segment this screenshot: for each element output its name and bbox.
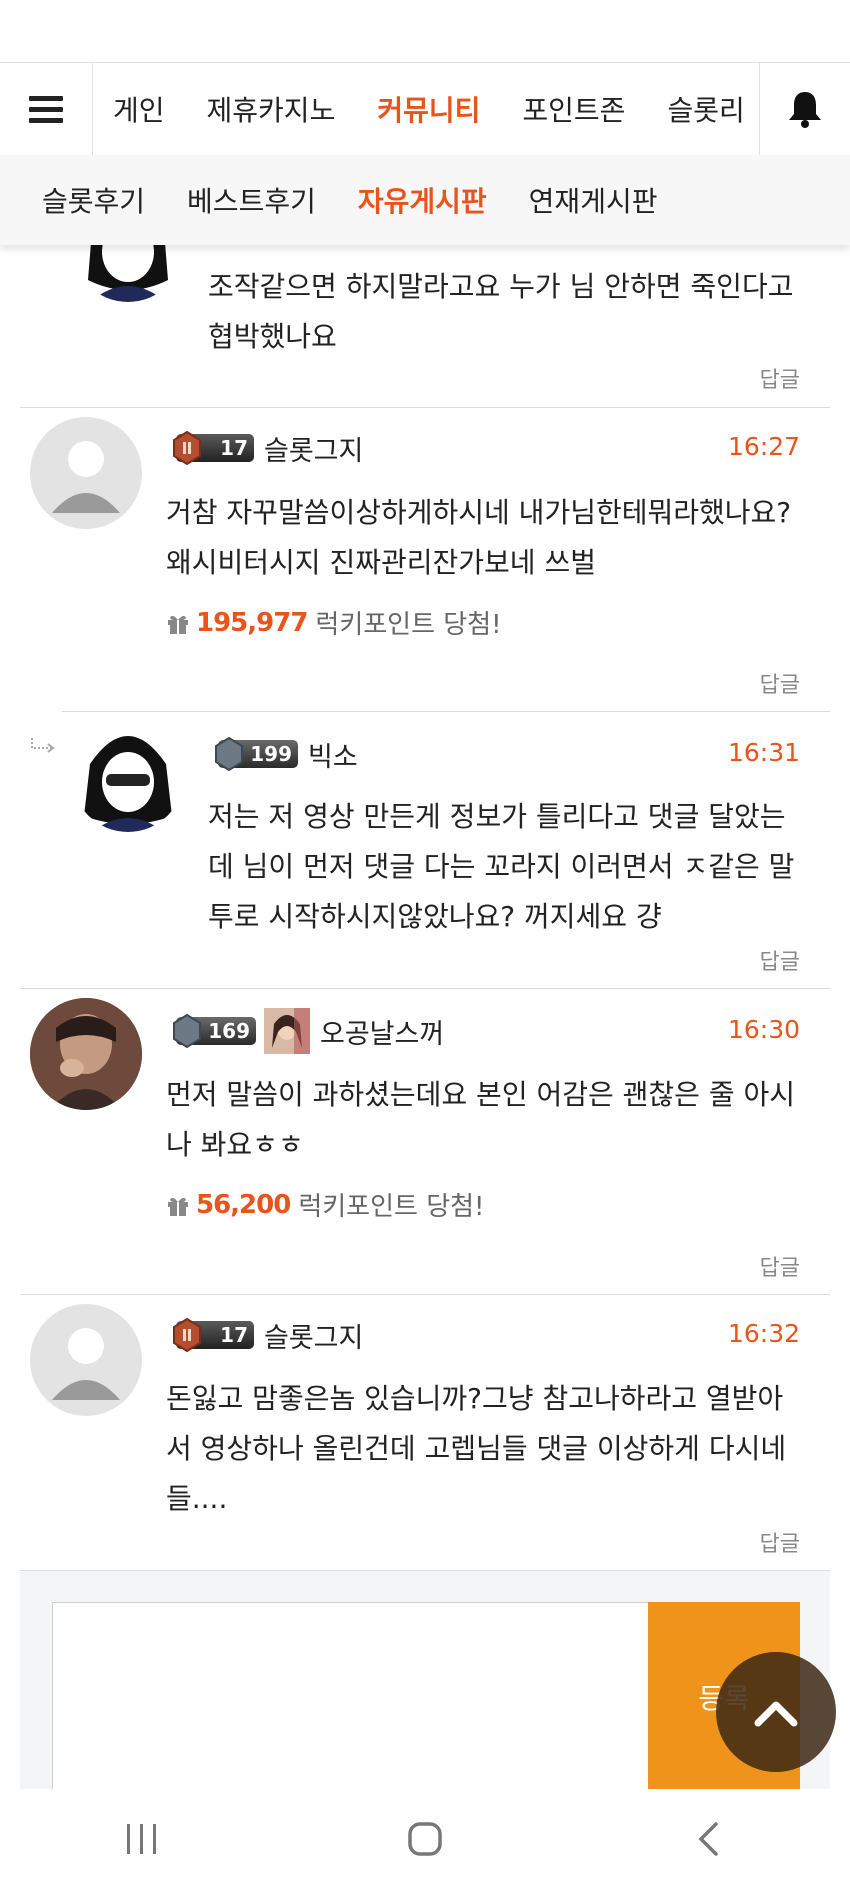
lucky-point: 195,977 럭키포인트 당첨! (166, 604, 502, 641)
nav-item-point-zone[interactable]: 포인트존 (522, 89, 625, 129)
level-number: 199 (250, 742, 292, 766)
recent-apps-icon (126, 1824, 156, 1854)
tab-series-board[interactable]: 연재게시판 (529, 180, 658, 220)
menu-button[interactable] (0, 63, 93, 155)
avatar (30, 998, 142, 1110)
comment-text: 조작같으면 하지말라고요 누가 님 안하면 죽인다고 협박했나요 (208, 270, 794, 353)
nav-items: 게인 제휴카지노 커뮤니티 포인트존 슬롯리 (93, 63, 759, 155)
reply-button[interactable]: 답글 (760, 1526, 800, 1558)
level-gem-icon (173, 1014, 201, 1048)
scroll-top-button[interactable] (716, 1652, 836, 1772)
recent-apps-button[interactable] (82, 1809, 202, 1869)
nickname[interactable]: 빅소 (308, 735, 358, 774)
menu-icon (29, 95, 63, 101)
top-nav: 게인 제휴카지노 커뮤니티 포인트존 슬롯리 (0, 62, 850, 156)
divider (20, 1294, 830, 1295)
comment-text: 먼저 말씀이 과하셨는데요 본인 어감은 괜찮은 줄 아시나 봐요ㅎㅎ (166, 1078, 796, 1161)
gift-icon (168, 1197, 188, 1216)
notification-button[interactable] (759, 63, 850, 155)
comment-text: 저는 저 영상 만든게 정보가 틀리다고 댓글 달았는데 님이 먼저 댓글 다는… (208, 800, 795, 933)
level-number: 169 (208, 1019, 250, 1043)
comment-time: 16:32 (727, 1319, 800, 1348)
home-icon (408, 1822, 442, 1856)
point-label: 럭키포인트 당첨! (315, 610, 502, 640)
tab-slot-review[interactable]: 슬롯후기 (42, 180, 145, 220)
reply-button[interactable]: 답글 (760, 944, 800, 976)
divider (20, 1570, 830, 1571)
chevron-up-icon (754, 1701, 798, 1727)
divider (62, 711, 830, 712)
avatar (30, 1304, 142, 1416)
profile-thumbnail (264, 1008, 310, 1054)
back-button[interactable] (648, 1809, 768, 1869)
bell-icon (789, 92, 821, 128)
nickname[interactable]: 슬롯그지 (264, 429, 363, 468)
comment-text: 돈잃고 맘좋은놈 있습니까?그냥 참고나하라고 열받아서 영상하나 올린건데 고… (166, 1382, 787, 1515)
reply-button[interactable]: 답글 (760, 1250, 800, 1282)
level-badge: 199 (215, 737, 298, 771)
point-label: 럭키포인트 당첨! (298, 1192, 485, 1222)
avatar (30, 417, 142, 529)
nickname[interactable]: 슬롯그지 (264, 1316, 363, 1355)
nav-item-community[interactable]: 커뮤니티 (377, 89, 480, 129)
level-gem-icon (215, 737, 243, 771)
reply-arrow-icon (31, 738, 55, 753)
nav-item-partner-casino[interactable]: 제휴카지노 (207, 89, 336, 129)
nav-item-game[interactable]: 게인 (113, 89, 165, 129)
divider (20, 407, 830, 408)
point-amount: 195,977 (196, 607, 308, 638)
comment-time: 16:30 (727, 1015, 800, 1044)
reply-button[interactable]: 답글 (760, 667, 800, 699)
avatar (72, 720, 184, 832)
system-nav-bar (0, 1789, 850, 1889)
back-icon (698, 1822, 719, 1856)
level-badge: 17 (173, 1318, 254, 1352)
reply-button[interactable]: 답글 (760, 362, 800, 394)
level-badge: 169 (173, 1014, 256, 1048)
comment-time: 16:27 (727, 432, 800, 461)
comment-input[interactable] (52, 1602, 649, 1794)
level-badge: 17 (173, 431, 254, 465)
nav-item-slot[interactable]: 슬롯리 (667, 89, 744, 129)
nickname[interactable]: 오공날스꺼 (320, 1012, 444, 1051)
point-amount: 56,200 (196, 1189, 291, 1220)
sub-nav: 슬롯후기 베스트후기 자유게시판 연재게시판 (0, 155, 850, 245)
divider (20, 988, 830, 989)
level-gem-icon (173, 431, 201, 465)
comment-time: 16:31 (727, 738, 800, 767)
lucky-point: 56,200 럭키포인트 당첨! (166, 1186, 484, 1223)
level-number: 17 (220, 436, 248, 460)
level-number: 17 (220, 1323, 248, 1347)
level-gem-icon (173, 1318, 201, 1352)
gift-icon (168, 615, 188, 634)
home-button[interactable] (365, 1809, 485, 1869)
comment-text: 거참 자꾸말씀이상하게하시네 내가님한테뭐라했나요?왜시비터시지 진짜관리잔가보… (166, 496, 792, 579)
tab-free-board[interactable]: 자유게시판 (358, 180, 487, 220)
tab-best-review[interactable]: 베스트후기 (187, 180, 316, 220)
